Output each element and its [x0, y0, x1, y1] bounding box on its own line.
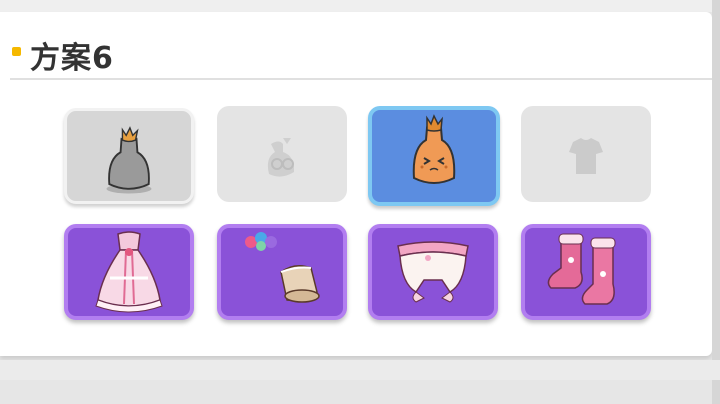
frilled-bloomers-icon: [397, 241, 469, 303]
outfit-slot-4[interactable]: [521, 106, 651, 202]
outfit-slot-7[interactable]: [368, 224, 498, 320]
outfit-slot-8[interactable]: [521, 224, 651, 320]
outfit-slot-5[interactable]: [64, 224, 194, 320]
gray-sack-icon: [106, 126, 152, 194]
outfit-slot-6[interactable]: [217, 224, 347, 320]
pink-boots-icon: [547, 233, 616, 305]
orange-sack-face-icon: [412, 114, 456, 184]
outfit-slot-2[interactable]: [217, 106, 347, 202]
hairband-hat-icon: [245, 232, 320, 303]
empty-shirt-placeholder-icon: [569, 138, 603, 174]
top-strip: [0, 0, 720, 12]
header-divider: [10, 78, 712, 80]
plan-title: 方案6: [30, 41, 114, 76]
empty-sack-placeholder-icon: [267, 138, 295, 177]
pink-dress-icon: [95, 231, 163, 313]
section-header: 方案6: [10, 30, 710, 76]
outfit-slot-3[interactable]: [368, 106, 500, 206]
title-marker: [12, 47, 21, 56]
bottom-strip: [0, 360, 720, 380]
panel-edge: [712, 0, 720, 404]
outfit-slot-1[interactable]: [64, 108, 194, 204]
